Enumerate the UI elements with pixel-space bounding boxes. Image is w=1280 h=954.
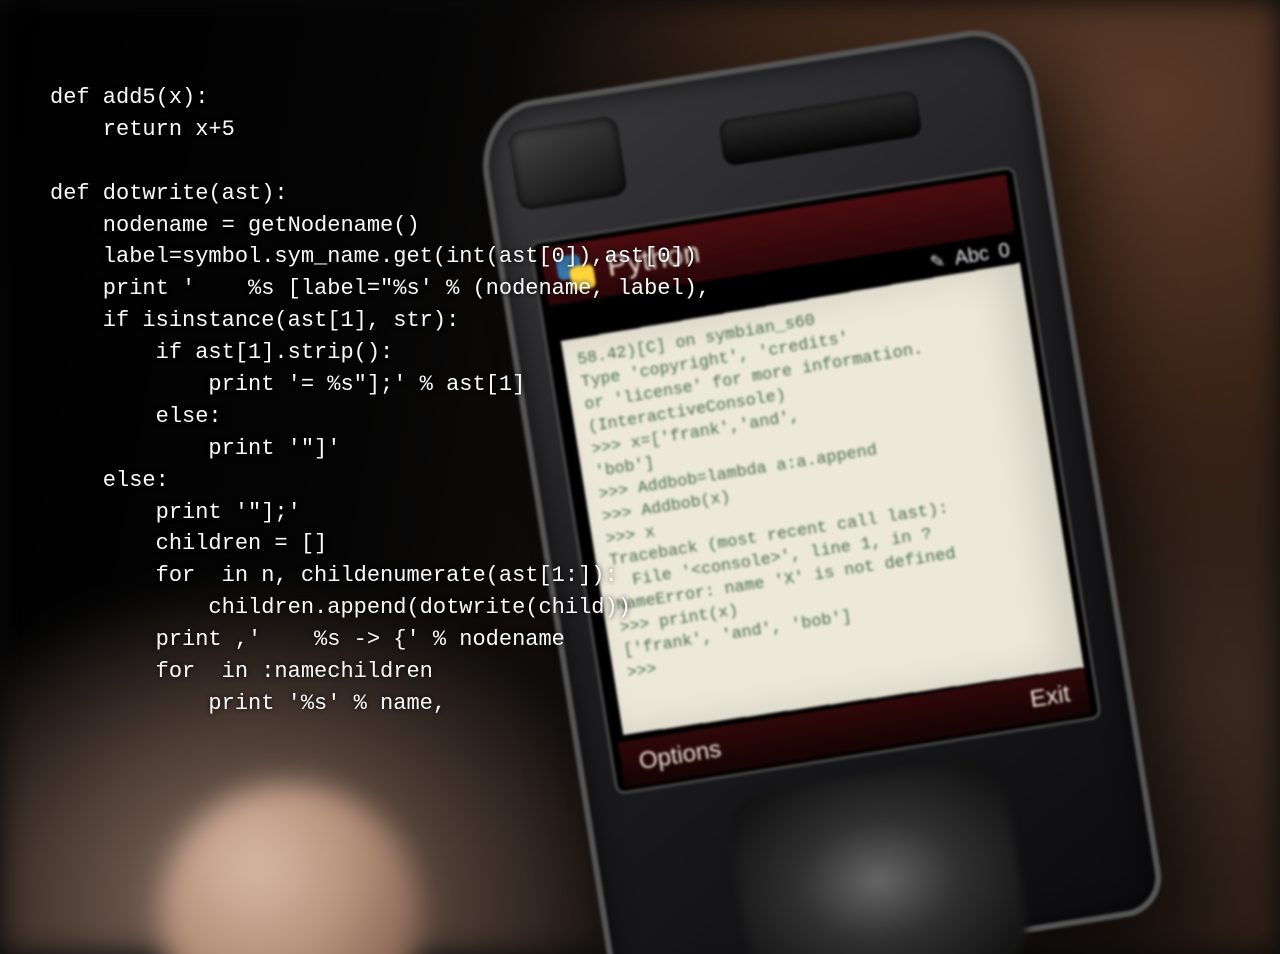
python-logo-icon (553, 249, 599, 295)
softkey-left[interactable]: Options (637, 736, 723, 777)
phone-screen: Python ✎ Abc 0 58.42)[C] on symbian_s60 … (529, 165, 1103, 795)
input-count: 0 (997, 239, 1012, 263)
edit-mode-icon: ✎ (928, 250, 946, 273)
softkey-right[interactable]: Exit (1028, 680, 1072, 714)
python-console-output: 58.42)[C] on symbian_s60 Type 'copyright… (561, 263, 1084, 735)
phone-top-module (507, 115, 628, 211)
app-title: Python (605, 236, 703, 284)
input-mode-label: Abc (953, 242, 991, 270)
